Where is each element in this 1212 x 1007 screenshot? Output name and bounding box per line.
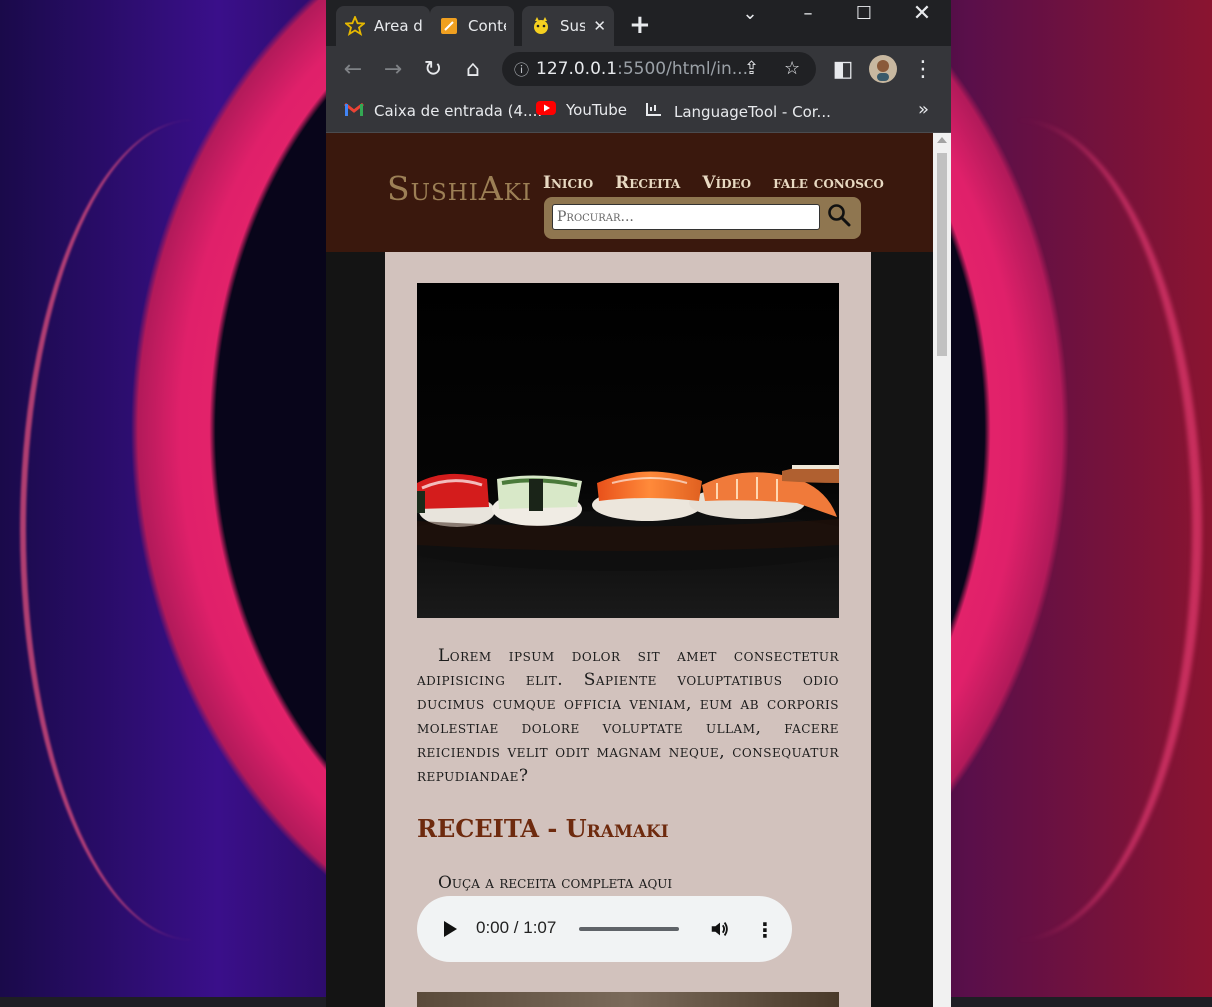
search-input[interactable] (552, 204, 820, 230)
audio-label: Ouça a receita completa aqui (438, 873, 673, 893)
tab-conteudo[interactable]: Conteúdo (430, 6, 514, 46)
audio-progress-slider[interactable] (579, 927, 679, 931)
wallpaper-arc-left (20, 120, 366, 940)
search-bar (544, 197, 861, 239)
pikachu-icon (530, 15, 552, 37)
bookmarks-overflow-icon[interactable]: » (918, 99, 929, 120)
audio-time: 0:00 / 1:07 (476, 918, 557, 937)
bookmarks-bar: Caixa de entrada (4.... YouTube Language… (326, 92, 951, 133)
address-bar[interactable]: ⓘ 127.0.0.1:5500/html/in... ⇪ ☆ (502, 52, 816, 86)
tab-label: SushiAki (560, 17, 586, 35)
bookmark-youtube[interactable]: YouTube (536, 101, 627, 119)
main-content: Lorem ipsum dolor sit amet consectetur a… (385, 252, 871, 1007)
bookmark-label: Caixa de entrada (4.... (374, 102, 543, 120)
sushi-hero-image (417, 283, 839, 618)
site-header: SushiAki Inicio Receita Vídeo fale conos… (326, 133, 933, 252)
audio-more-options-icon[interactable]: ⋮ (755, 918, 775, 942)
share-icon[interactable]: ⇪ (744, 58, 759, 79)
url-host: 127.0.0.1 (536, 59, 618, 79)
intro-paragraph: Lorem ipsum dolor sit amet consectetur a… (417, 646, 839, 786)
bookmark-label: YouTube (566, 101, 627, 119)
star-icon (344, 15, 366, 37)
minimize-icon[interactable]: – (782, 0, 834, 26)
bookmark-languagetool[interactable]: LanguageTool - Cor... (644, 101, 831, 123)
nav-video[interactable]: Vídeo (702, 173, 751, 193)
next-section-image (417, 992, 839, 1007)
gmail-icon (344, 101, 364, 121)
tab-strip: Area de trabalho Conteúdo SushiAki ✕ + ⌄… (326, 0, 951, 46)
tab-label: Area de trabalho (374, 17, 422, 35)
site-info-icon[interactable]: ⓘ (514, 59, 536, 80)
notepad-icon (438, 15, 460, 37)
tab-search-icon[interactable]: ⌄ (724, 0, 776, 26)
side-panel-icon[interactable]: ◧ (828, 54, 858, 84)
close-tab-icon[interactable]: ✕ (593, 17, 606, 35)
tab-area-de-trabalho[interactable]: Area de trabalho (336, 6, 430, 46)
nav-fale-conosco[interactable]: fale conosco (773, 173, 884, 193)
close-window-icon[interactable]: ✕ (896, 0, 948, 26)
tab-sushiaki[interactable]: SushiAki ✕ (522, 6, 614, 46)
profile-avatar[interactable] (868, 54, 898, 84)
languagetool-icon (644, 101, 664, 123)
menu-icon[interactable]: ⋮ (908, 54, 938, 84)
site-nav: Inicio Receita Vídeo fale conosco (543, 173, 884, 193)
tab-label: Conteúdo (468, 17, 506, 35)
back-icon[interactable]: ← (338, 54, 368, 84)
bookmark-label: LanguageTool - Cor... (674, 103, 831, 121)
bookmark-gmail[interactable]: Caixa de entrada (4.... (344, 101, 542, 121)
scroll-thumb[interactable] (937, 153, 947, 356)
search-icon[interactable] (827, 203, 851, 227)
new-tab-button[interactable]: + (629, 10, 651, 40)
reload-icon[interactable]: ↻ (418, 54, 448, 84)
nav-receita[interactable]: Receita (615, 173, 680, 193)
audio-player: 0:00 / 1:07 ⋮ (417, 896, 792, 962)
recipe-title: RECEITA - Uramaki (417, 814, 669, 843)
play-icon[interactable] (444, 921, 457, 937)
page-scrollbar[interactable] (933, 133, 951, 1007)
scroll-up-arrow-icon[interactable] (937, 137, 947, 143)
page-viewport: SushiAki Inicio Receita Vídeo fale conos… (326, 133, 933, 1007)
browser-window: Area de trabalho Conteúdo SushiAki ✕ + ⌄… (326, 0, 951, 1007)
maximize-icon[interactable]: ☐ (838, 0, 890, 26)
bookmark-star-icon[interactable]: ☆ (784, 58, 800, 79)
url-path: :5500/html/in... (617, 59, 748, 79)
volume-icon[interactable] (709, 918, 731, 940)
forward-icon[interactable]: → (378, 54, 408, 84)
youtube-icon (536, 101, 556, 119)
site-logo[interactable]: SushiAki (387, 169, 532, 208)
nav-inicio[interactable]: Inicio (543, 173, 593, 193)
home-icon[interactable]: ⌂ (458, 54, 488, 84)
